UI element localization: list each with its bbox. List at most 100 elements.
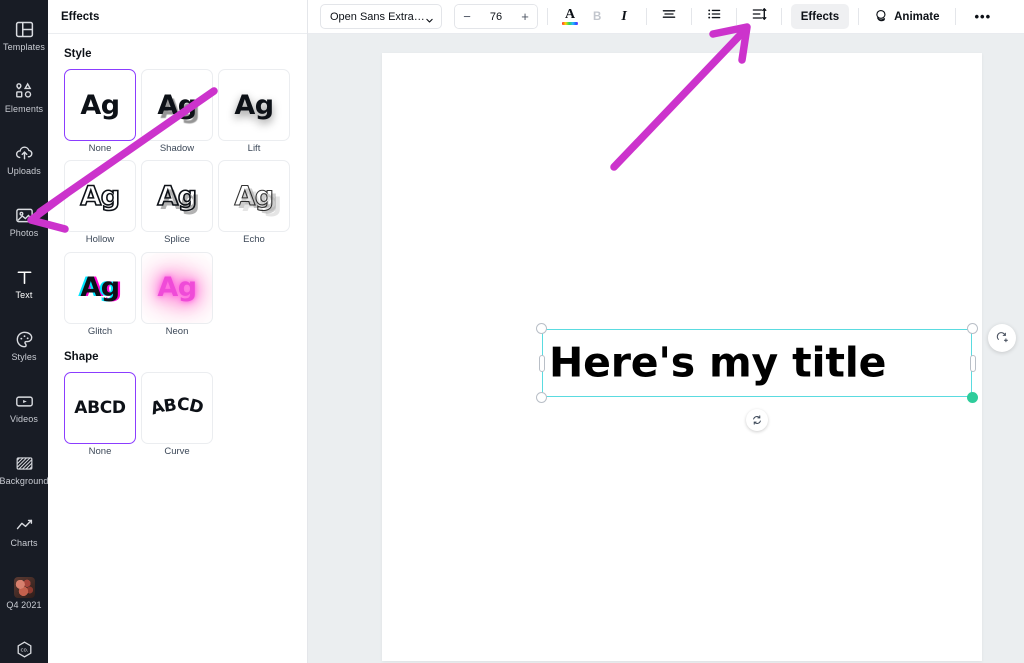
effect-thumb-lift[interactable]: Ag: [218, 69, 290, 141]
logos-icon: co.: [13, 638, 35, 660]
font-size-input[interactable]: 76: [479, 5, 513, 28]
effect-preview-text: Ag: [234, 89, 274, 121]
effect-option-neon[interactable]: Ag Neon: [141, 251, 213, 337]
font-size-increase-button[interactable]: +: [513, 5, 537, 28]
shape-option-curve[interactable]: ABCD Curve: [141, 372, 213, 457]
effect-label-echo: Echo: [243, 234, 265, 246]
toolbar-divider: [690, 8, 692, 25]
templates-icon: [13, 18, 35, 40]
sidebar-item-q4-2021[interactable]: Q4 2021: [0, 562, 48, 624]
resize-handle-middle-right[interactable]: [969, 354, 976, 372]
text-color-button[interactable]: A: [557, 4, 583, 29]
sidebar-item-uploads[interactable]: Uploads: [0, 128, 48, 190]
sidebar-label-background: Background: [0, 476, 48, 486]
toolbar-divider: [858, 8, 860, 25]
effect-thumb-neon[interactable]: Ag: [141, 251, 213, 324]
effect-option-none[interactable]: Ag None: [64, 69, 136, 154]
sidebar-item-background[interactable]: Background: [0, 438, 48, 500]
effect-label-splice: Splice: [164, 234, 190, 246]
shape-option-none[interactable]: ABCD None: [64, 372, 136, 457]
shape-preview-text: ABCD: [74, 398, 126, 419]
toolbar-divider: [780, 8, 782, 25]
effect-thumb-hollow[interactable]: Ag: [64, 160, 136, 233]
toolbar-divider: [645, 8, 647, 25]
animate-icon: [874, 8, 889, 26]
effect-label-glitch: Glitch: [87, 325, 113, 337]
uploads-icon: [13, 142, 35, 164]
sidebar-item-logos[interactable]: co. Logos: [0, 624, 48, 663]
charts-icon: [13, 514, 35, 536]
resize-handle-top-right[interactable]: [967, 323, 978, 334]
refresh-add-icon[interactable]: [988, 324, 1016, 352]
effect-preview-text: Ag: [80, 89, 120, 121]
italic-button[interactable]: I: [611, 4, 636, 29]
line-spacing-button[interactable]: [746, 4, 772, 29]
text-align-button[interactable]: [656, 4, 682, 29]
style-section-heading: Style: [64, 48, 92, 60]
effect-option-splice[interactable]: Ag Splice: [141, 160, 213, 245]
sidebar-item-templates[interactable]: Templates: [0, 4, 48, 66]
sidebar-item-text[interactable]: Text: [0, 252, 48, 314]
line-spacing-icon: [751, 6, 767, 27]
effects-panel-body: Style Ag None Ag Shadow Ag Lift Ag Hollo…: [48, 34, 307, 458]
title-text[interactable]: Here's my title: [549, 342, 886, 384]
font-size-decrease-button[interactable]: −: [455, 5, 479, 28]
chevron-down-icon: [425, 12, 434, 23]
bullet-list-button[interactable]: [701, 4, 727, 29]
canvas-workspace[interactable]: Here's my title: [308, 34, 1024, 663]
effect-option-glitch[interactable]: Ag Glitch: [64, 251, 136, 337]
sidebar-item-videos[interactable]: Videos: [0, 376, 48, 438]
effect-thumb-glitch[interactable]: Ag: [64, 251, 136, 324]
effect-label-lift: Lift: [247, 143, 261, 154]
effects-button[interactable]: Effects: [790, 4, 850, 29]
shape-preview-text: ABCD: [148, 395, 206, 420]
animate-label: Animate: [894, 10, 940, 23]
folder-thumbnail-icon: [13, 576, 35, 598]
sidebar-item-elements[interactable]: Elements: [0, 66, 48, 128]
font-size-stepper[interactable]: − 76 +: [454, 4, 538, 29]
text-color-letter: A: [564, 6, 576, 22]
sidebar-item-photos[interactable]: Photos: [0, 190, 48, 252]
selected-text-element[interactable]: Here's my title: [536, 323, 978, 431]
sidebar-label-photos: Photos: [9, 228, 39, 238]
effect-thumb-echo[interactable]: Ag: [218, 160, 290, 233]
effect-option-lift[interactable]: Ag Lift: [218, 69, 290, 154]
styles-icon: [13, 328, 35, 350]
resize-handle-top-left[interactable]: [536, 323, 547, 334]
effect-preview-text: Ag: [157, 272, 197, 304]
effect-thumb-splice[interactable]: Ag: [141, 160, 213, 233]
effect-label-hollow: Hollow: [85, 234, 115, 246]
resize-handle-bottom-right[interactable]: [967, 392, 978, 403]
bold-button[interactable]: B: [583, 4, 611, 29]
shape-thumb-curve[interactable]: ABCD: [141, 372, 213, 445]
sidebar-item-styles[interactable]: Styles: [0, 314, 48, 376]
sidebar-label-text: Text: [15, 290, 33, 300]
text-icon: [13, 266, 35, 288]
effect-thumb-none[interactable]: Ag: [64, 69, 136, 141]
design-page[interactable]: Here's my title: [382, 53, 982, 661]
left-sidebar-rail: Templates Elements Uploads Photos Text S…: [0, 0, 48, 663]
effect-option-shadow[interactable]: Ag Shadow: [141, 69, 213, 154]
text-color-icon: A: [562, 6, 578, 26]
resize-handle-middle-left[interactable]: [538, 354, 545, 372]
effect-thumb-shadow[interactable]: Ag: [141, 69, 213, 141]
effect-option-hollow[interactable]: Ag Hollow: [64, 160, 136, 245]
rotate-handle-icon[interactable]: [746, 409, 768, 431]
bold-label: B: [593, 10, 602, 23]
sidebar-label-charts: Charts: [10, 538, 38, 548]
color-gradient-bar: [562, 21, 578, 25]
shape-effects-grid: ABCD None ABCD Curve: [64, 372, 291, 457]
animate-button[interactable]: Animate: [868, 4, 945, 29]
toolbar-divider: [954, 8, 956, 25]
resize-handle-bottom-left[interactable]: [536, 392, 547, 403]
shape-thumb-none[interactable]: ABCD: [64, 372, 136, 445]
effect-option-echo[interactable]: Ag Echo: [218, 160, 290, 245]
toolbar-divider: [735, 8, 737, 25]
more-options-button[interactable]: •••: [965, 4, 1002, 29]
shape-label-curve: Curve: [164, 446, 190, 458]
shape-label-none: None: [88, 446, 112, 458]
font-family-select[interactable]: Open Sans Extra ...: [320, 4, 442, 29]
background-icon: [13, 452, 35, 474]
videos-icon: [13, 390, 35, 412]
sidebar-item-charts[interactable]: Charts: [0, 500, 48, 562]
